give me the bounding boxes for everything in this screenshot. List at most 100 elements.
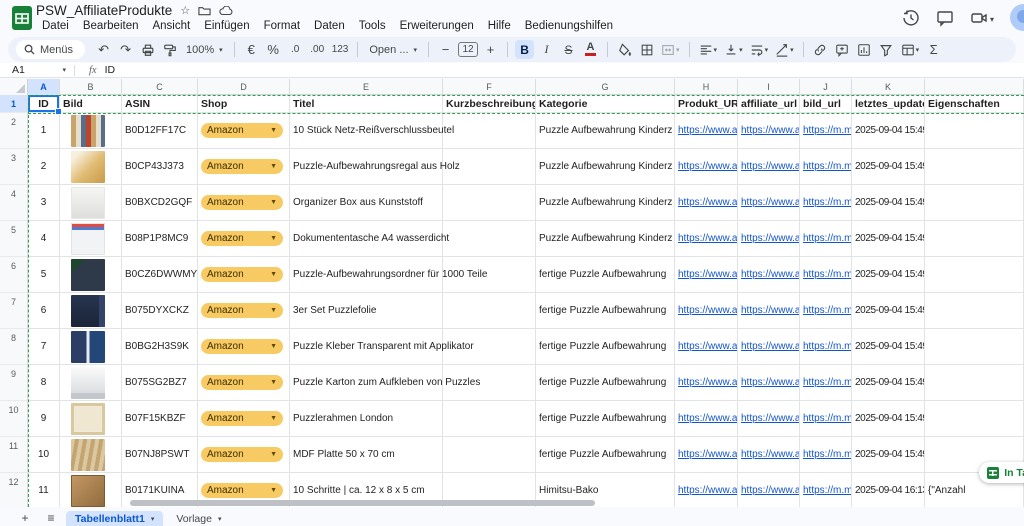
cell-shop[interactable]: Amazon ▼ [198,185,290,221]
row-header-7[interactable]: 7 [0,293,28,329]
cell-id[interactable]: 2 [28,149,60,185]
cell-kurzbeschreibung[interactable] [443,221,536,257]
cell-bild-url[interactable]: https://m.m [800,257,852,293]
cell-letztes-update[interactable]: 2025-09-04 15:49 [852,329,925,365]
column-header-last[interactable] [925,79,1024,95]
name-box[interactable]: A1 ▾ [0,64,74,76]
row-header-6[interactable]: 6 [0,257,28,293]
decrease-font-size-button[interactable]: − [436,40,455,59]
cell-bild-url[interactable]: https://m.m [800,221,852,257]
cell-bild[interactable] [60,185,122,221]
currency-format-button[interactable]: € [242,40,261,59]
url-link[interactable]: https://m.m [803,125,851,136]
increase-decimal-button[interactable]: .00 [308,40,327,59]
cell-shop[interactable]: Amazon ▼ [198,401,290,437]
cell-titel[interactable]: Puzzle Karton zum Aufkleben von Puzzles [290,365,480,401]
cell-shop[interactable]: Amazon ▼ [198,329,290,365]
cell-kategorie[interactable]: fertige Puzzle Aufbewahrung [536,257,675,293]
cell-titel[interactable]: Organizer Box aus Kunststoff [290,185,443,221]
insert-chart-button[interactable] [855,40,874,59]
cell-bild-url[interactable]: https://m.m [800,437,852,473]
version-history-icon[interactable] [902,9,920,27]
url-link[interactable]: https://m.m [803,233,851,244]
menu-format[interactable]: Format [258,19,306,33]
borders-button[interactable] [637,40,656,59]
cell-bild[interactable] [60,149,122,185]
header-cell-titel[interactable]: Titel [290,95,443,113]
cell-asin[interactable]: B0BXCD2GQF [122,185,198,221]
cell-titel[interactable]: Puzzle-Aufbewahrungsregal aus Holz [290,149,460,185]
cell-kategorie[interactable]: fertige Puzzle Aufbewahrung [536,293,675,329]
cell-eigenschaften[interactable] [925,365,1024,401]
cell-affiliate-url[interactable]: https://www.a [738,329,800,365]
cell-bild[interactable] [60,113,122,149]
url-link[interactable]: https://www.a [741,413,799,424]
menu-bearbeiten[interactable]: Bearbeiten [77,19,145,33]
menu-daten[interactable]: Daten [308,19,351,33]
table-button[interactable]: ▾ [899,40,922,59]
cell-kategorie[interactable]: Puzzle Aufbewahrung Kinderz [536,185,675,221]
url-link[interactable]: https://www.an [678,485,737,496]
cell-titel[interactable]: Dokumententasche A4 wasserdicht [290,221,449,257]
insert-link-button[interactable] [811,40,830,59]
cell-produkt-url[interactable]: https://www.an [675,365,738,401]
header-cell-kurzbeschreibung[interactable]: Kurzbeschreibung [443,95,536,113]
cell-titel[interactable]: Puzzlerahmen London [290,401,443,437]
url-link[interactable]: https://www.an [678,449,737,460]
cell-letztes-update[interactable]: 2025-09-04 15:49 [852,113,925,149]
cell-kurzbeschreibung[interactable] [443,437,536,473]
cell-asin[interactable]: B0CZ6DWWMY [122,257,198,293]
percent-format-button[interactable]: % [264,40,283,59]
cell-asin[interactable]: B0D12FF17C [122,113,198,149]
snackbar-toast[interactable]: In Tabell [979,462,1024,483]
url-link[interactable]: https://www.an [678,341,737,352]
text-wrap-button[interactable]: ▾ [748,40,771,59]
star-icon[interactable]: ☆ [180,4,190,17]
cell-asin[interactable]: B075SG2BZ7 [122,365,198,401]
header-cell-affiliate_url[interactable]: affiliate_url [738,95,800,113]
cell-kurzbeschreibung[interactable] [443,113,536,149]
menu-tools[interactable]: Tools [353,19,392,33]
url-link[interactable]: https://www.an [678,125,737,136]
url-link[interactable]: https://www.a [741,125,799,136]
url-link[interactable]: https://www.a [741,233,799,244]
cell-letztes-update[interactable]: 2025-09-04 15:49 [852,257,925,293]
cell-affiliate-url[interactable]: https://www.a [738,185,800,221]
cell-produkt-url[interactable]: https://www.an [675,293,738,329]
row-header-8[interactable]: 8 [0,329,28,365]
header-cell-eigenschaften[interactable]: Eigenschaften [925,95,1024,113]
shop-dropdown-chip[interactable]: Amazon ▼ [201,303,283,318]
column-header-G[interactable]: G [536,79,675,95]
sheets-logo-icon[interactable] [10,5,34,31]
cell-bild[interactable] [60,329,122,365]
cell-eigenschaften[interactable] [925,221,1024,257]
row-header-10[interactable]: 10 [0,401,28,437]
undo-button[interactable]: ↶ [94,40,113,59]
cell-eigenschaften[interactable] [925,257,1024,293]
url-link[interactable]: https://www.an [678,161,737,172]
toolbar-search[interactable]: Menüs [16,40,86,59]
cell-letztes-update[interactable]: 2025-09-04 15:49 [852,365,925,401]
url-link[interactable]: https://www.a [741,341,799,352]
cell-produkt-url[interactable]: https://www.an [675,113,738,149]
cell-affiliate-url[interactable]: https://www.a [738,437,800,473]
font-size-input[interactable]: 12 [458,42,479,57]
cell-bild-url[interactable]: https://m.m [800,113,852,149]
url-link[interactable]: https://www.an [678,233,737,244]
cell-id[interactable]: 1 [28,113,60,149]
row-header-2[interactable]: 2 [0,113,28,149]
cell-bild-url[interactable]: https://m.m [800,329,852,365]
url-link[interactable]: https://m.m [803,449,851,460]
shop-dropdown-chip[interactable]: Amazon ▼ [201,375,283,390]
cell-kategorie[interactable]: fertige Puzzle Aufbewahrung [536,437,675,473]
header-cell-produkt_url[interactable]: Produkt_URL [675,95,738,113]
cell-titel[interactable]: 3er Set Puzzlefolie [290,293,443,329]
shop-dropdown-chip[interactable]: Amazon ▼ [201,267,283,282]
url-link[interactable]: https://www.an [678,197,737,208]
row-header-4[interactable]: 4 [0,185,28,221]
horizontal-align-button[interactable]: ▾ [697,40,720,59]
column-header-D[interactable]: D [198,79,290,95]
bold-button[interactable]: B [515,40,535,59]
decrease-decimal-button[interactable]: .0 [286,40,305,59]
italic-button[interactable]: I [537,40,556,59]
